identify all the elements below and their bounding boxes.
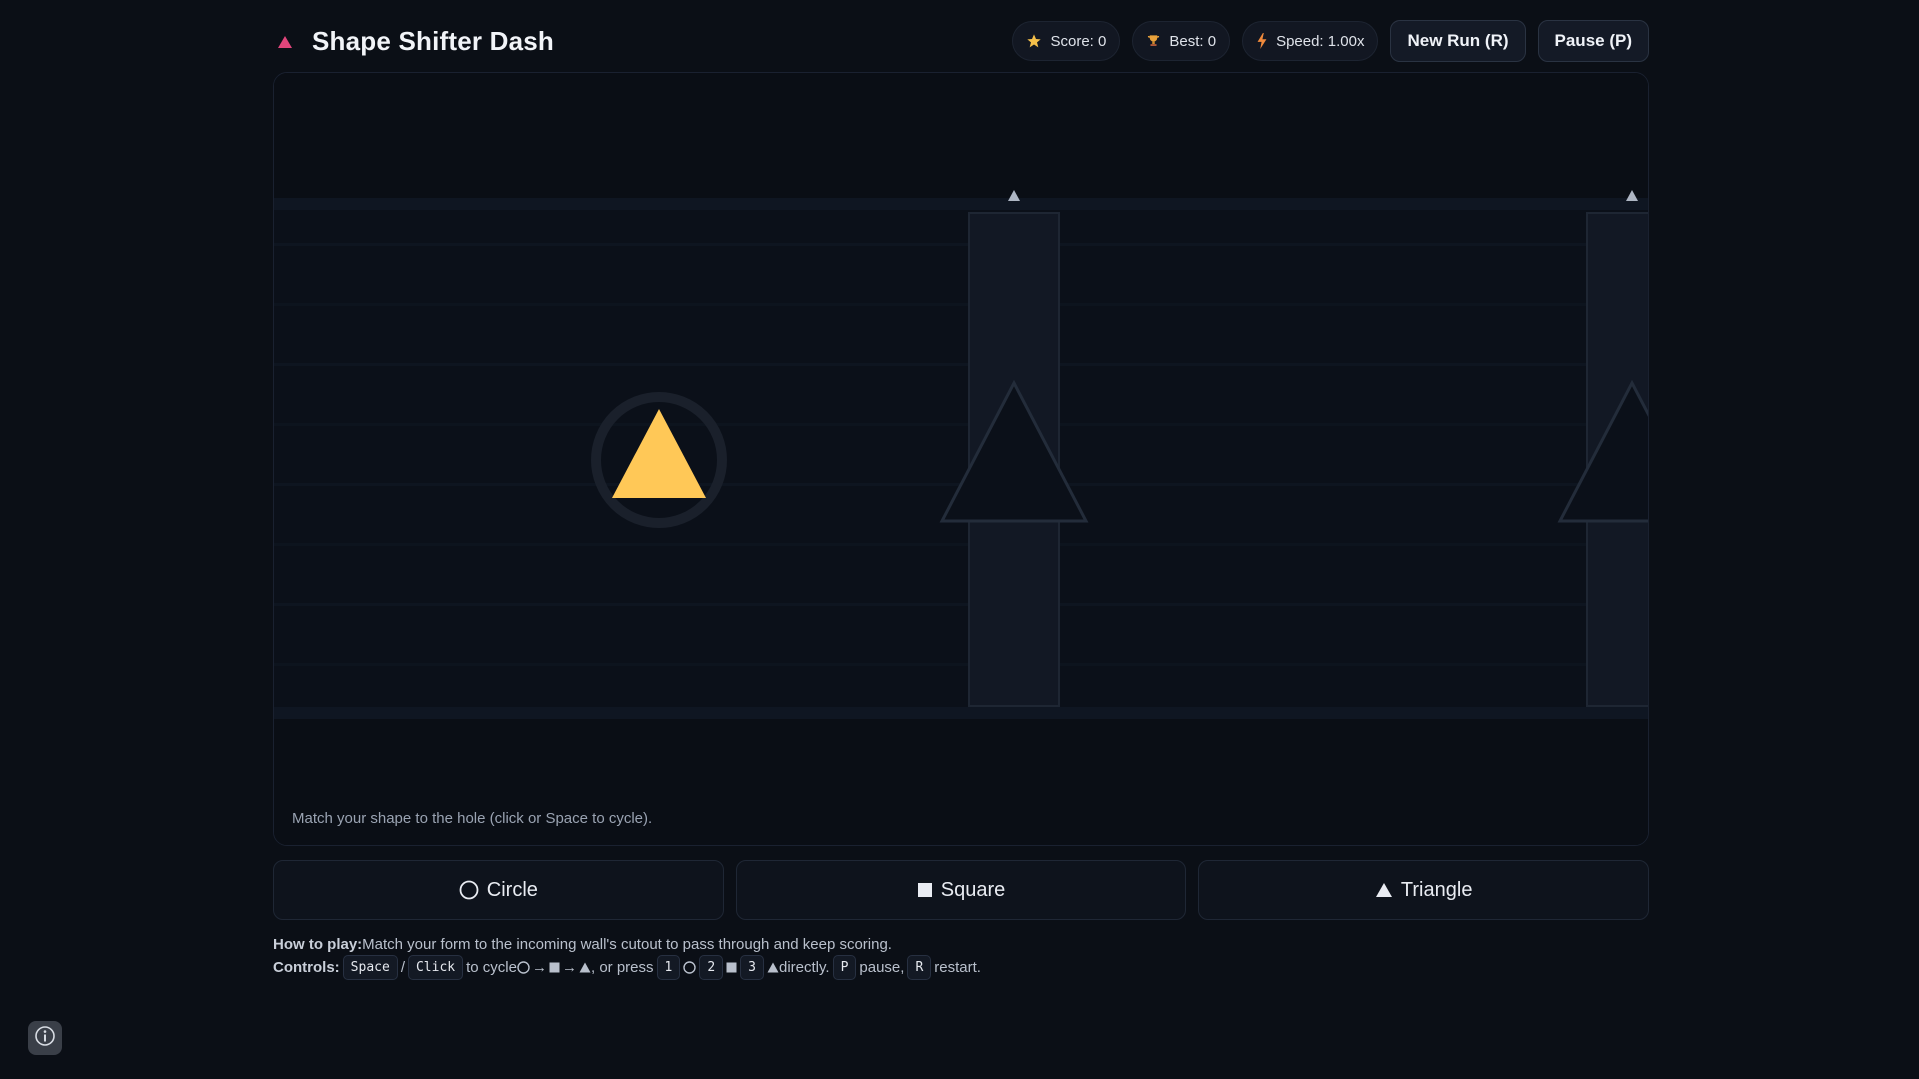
header: Shape Shifter Dash Score: 0 Best: 0 Spee… bbox=[273, 18, 1649, 68]
trophy-icon bbox=[1146, 33, 1161, 49]
square-icon bbox=[917, 882, 933, 898]
cycle-sequence-icons: → → bbox=[517, 957, 591, 978]
speed-text: Speed: 1.00x bbox=[1276, 32, 1365, 50]
triangle-label: Triangle bbox=[1400, 878, 1473, 901]
speed-badge: Speed: 1.00x bbox=[1242, 21, 1379, 61]
best-badge: Best: 0 bbox=[1132, 21, 1231, 61]
lane-stripes bbox=[274, 198, 1648, 719]
circle-button[interactable]: Circle bbox=[273, 860, 724, 920]
square-button[interactable]: Square bbox=[735, 860, 1187, 920]
how-text: Match your form to the incoming wall's c… bbox=[362, 936, 892, 953]
separator: / bbox=[400, 959, 405, 976]
circle-outline-icon bbox=[683, 961, 697, 974]
pause-button[interactable]: Pause (P) bbox=[1537, 20, 1649, 62]
info-icon bbox=[34, 1025, 56, 1052]
triangle-logo-icon bbox=[273, 30, 297, 54]
page-title: Shape Shifter Dash bbox=[312, 26, 554, 56]
key-1: 1 bbox=[656, 955, 681, 980]
title-group: Shape Shifter Dash bbox=[273, 26, 554, 57]
key-3: 3 bbox=[740, 955, 764, 980]
score-badge: Score: 0 bbox=[1012, 21, 1121, 61]
pause-text: pause, bbox=[859, 959, 905, 976]
key-space: Space bbox=[342, 955, 398, 980]
best-text: Best: 0 bbox=[1169, 32, 1217, 50]
key-click: Click bbox=[407, 955, 464, 980]
hud: Score: 0 Best: 0 Speed: 1.00x New Run (R… bbox=[1012, 20, 1649, 62]
restart-text: restart. bbox=[934, 959, 981, 976]
new-run-button[interactable]: New Run (R) bbox=[1390, 20, 1526, 62]
key-r: R bbox=[907, 955, 932, 980]
key-2: 2 bbox=[699, 955, 724, 980]
controls-line: Controls: Space / Click to cycle → →, or pr… bbox=[273, 955, 981, 980]
or-press-text: , or press bbox=[590, 959, 654, 976]
game-canvas[interactable]: Match your shape to the hole (click or S… bbox=[273, 72, 1649, 846]
key-p: P bbox=[832, 955, 857, 980]
lightning-icon bbox=[1256, 33, 1268, 49]
info-button[interactable] bbox=[28, 1021, 62, 1055]
triangle-button[interactable]: Triangle bbox=[1198, 860, 1650, 920]
score-text: Score: 0 bbox=[1050, 32, 1107, 50]
game-hint: Match your shape to the hole (click or S… bbox=[292, 810, 653, 827]
circle-label: Circle bbox=[486, 878, 538, 901]
triangle-icon bbox=[767, 962, 779, 973]
game-scene bbox=[274, 73, 1648, 845]
how-label: How to play: bbox=[273, 936, 363, 953]
how-to-play: How to play: Match your form to the inco… bbox=[273, 934, 981, 955]
square-icon bbox=[726, 962, 737, 973]
square-label: Square bbox=[940, 878, 1006, 901]
directly-text: directly. bbox=[779, 959, 830, 976]
circle-outline-icon bbox=[459, 880, 479, 900]
triangle-icon bbox=[1375, 882, 1393, 898]
help-text: How to play: Match your form to the inco… bbox=[273, 934, 981, 980]
controls-label: Controls: bbox=[273, 959, 340, 976]
shape-choices: Circle Square Triangle bbox=[273, 860, 1650, 920]
star-icon bbox=[1026, 33, 1042, 49]
cycle-text: to cycle bbox=[466, 959, 517, 976]
